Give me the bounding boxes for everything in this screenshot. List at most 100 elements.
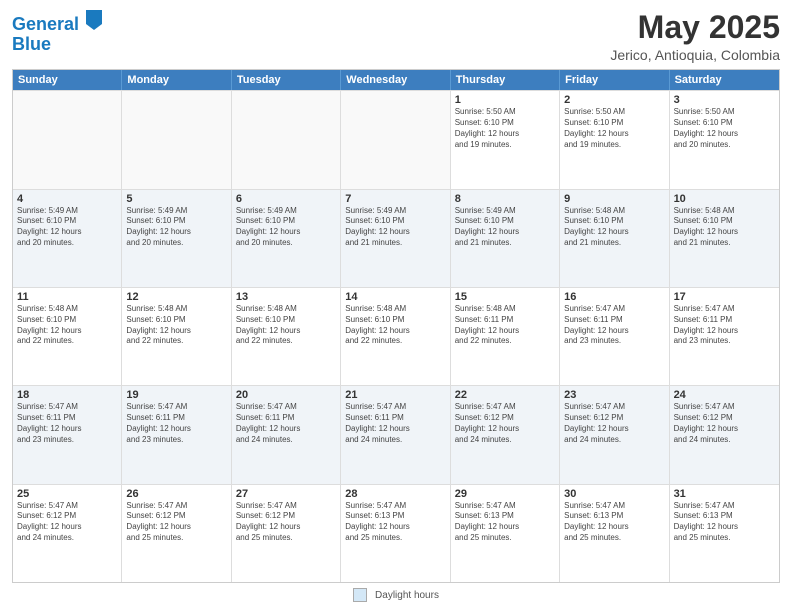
cell-info: Sunrise: 5:50 AM Sunset: 6:10 PM Dayligh… xyxy=(674,107,775,150)
calendar-row-3: 18Sunrise: 5:47 AM Sunset: 6:11 PM Dayli… xyxy=(13,385,779,483)
day-number: 5 xyxy=(126,193,226,205)
header-day-monday: Monday xyxy=(122,70,231,90)
cell-info: Sunrise: 5:49 AM Sunset: 6:10 PM Dayligh… xyxy=(17,206,117,249)
calendar-cell: 1Sunrise: 5:50 AM Sunset: 6:10 PM Daylig… xyxy=(451,91,560,188)
calendar-cell: 31Sunrise: 5:47 AM Sunset: 6:13 PM Dayli… xyxy=(670,485,779,582)
cell-info: Sunrise: 5:47 AM Sunset: 6:13 PM Dayligh… xyxy=(345,501,445,544)
day-number: 20 xyxy=(236,389,336,401)
cell-info: Sunrise: 5:47 AM Sunset: 6:12 PM Dayligh… xyxy=(674,402,775,445)
cell-info: Sunrise: 5:49 AM Sunset: 6:10 PM Dayligh… xyxy=(455,206,555,249)
cell-info: Sunrise: 5:47 AM Sunset: 6:11 PM Dayligh… xyxy=(126,402,226,445)
calendar-cell: 8Sunrise: 5:49 AM Sunset: 6:10 PM Daylig… xyxy=(451,190,560,287)
page-subtitle: Jerico, Antioquia, Colombia xyxy=(610,47,780,63)
calendar-cell: 12Sunrise: 5:48 AM Sunset: 6:10 PM Dayli… xyxy=(122,288,231,385)
cell-info: Sunrise: 5:47 AM Sunset: 6:13 PM Dayligh… xyxy=(455,501,555,544)
footer: Daylight hours xyxy=(12,588,780,602)
day-number: 22 xyxy=(455,389,555,401)
cell-info: Sunrise: 5:50 AM Sunset: 6:10 PM Dayligh… xyxy=(455,107,555,150)
day-number: 8 xyxy=(455,193,555,205)
cell-info: Sunrise: 5:50 AM Sunset: 6:10 PM Dayligh… xyxy=(564,107,664,150)
calendar-cell xyxy=(232,91,341,188)
calendar-cell: 14Sunrise: 5:48 AM Sunset: 6:10 PM Dayli… xyxy=(341,288,450,385)
calendar-body: 1Sunrise: 5:50 AM Sunset: 6:10 PM Daylig… xyxy=(13,90,779,582)
calendar-cell: 24Sunrise: 5:47 AM Sunset: 6:12 PM Dayli… xyxy=(670,386,779,483)
day-number: 30 xyxy=(564,488,664,500)
cell-info: Sunrise: 5:47 AM Sunset: 6:12 PM Dayligh… xyxy=(17,501,117,544)
calendar-header: SundayMondayTuesdayWednesdayThursdayFrid… xyxy=(13,70,779,90)
calendar-cell: 30Sunrise: 5:47 AM Sunset: 6:13 PM Dayli… xyxy=(560,485,669,582)
calendar-cell: 7Sunrise: 5:49 AM Sunset: 6:10 PM Daylig… xyxy=(341,190,450,287)
cell-info: Sunrise: 5:48 AM Sunset: 6:10 PM Dayligh… xyxy=(17,304,117,347)
cell-info: Sunrise: 5:47 AM Sunset: 6:11 PM Dayligh… xyxy=(564,304,664,347)
calendar-cell: 4Sunrise: 5:49 AM Sunset: 6:10 PM Daylig… xyxy=(13,190,122,287)
calendar-cell xyxy=(341,91,450,188)
legend-label: Daylight hours xyxy=(375,590,439,601)
legend-box xyxy=(353,588,367,602)
calendar-cell: 13Sunrise: 5:48 AM Sunset: 6:10 PM Dayli… xyxy=(232,288,341,385)
day-number: 4 xyxy=(17,193,117,205)
day-number: 27 xyxy=(236,488,336,500)
calendar-cell: 18Sunrise: 5:47 AM Sunset: 6:11 PM Dayli… xyxy=(13,386,122,483)
calendar-cell: 26Sunrise: 5:47 AM Sunset: 6:12 PM Dayli… xyxy=(122,485,231,582)
cell-info: Sunrise: 5:48 AM Sunset: 6:11 PM Dayligh… xyxy=(455,304,555,347)
day-number: 10 xyxy=(674,193,775,205)
cell-info: Sunrise: 5:47 AM Sunset: 6:13 PM Dayligh… xyxy=(674,501,775,544)
cell-info: Sunrise: 5:47 AM Sunset: 6:11 PM Dayligh… xyxy=(674,304,775,347)
cell-info: Sunrise: 5:47 AM Sunset: 6:12 PM Dayligh… xyxy=(455,402,555,445)
calendar-row-0: 1Sunrise: 5:50 AM Sunset: 6:10 PM Daylig… xyxy=(13,90,779,188)
day-number: 18 xyxy=(17,389,117,401)
day-number: 9 xyxy=(564,193,664,205)
day-number: 12 xyxy=(126,291,226,303)
logo-text: General xyxy=(12,10,102,35)
header-day-thursday: Thursday xyxy=(451,70,560,90)
calendar-cell: 6Sunrise: 5:49 AM Sunset: 6:10 PM Daylig… xyxy=(232,190,341,287)
page: General Blue May 2025 Jerico, Antioquia,… xyxy=(0,0,792,612)
calendar-cell: 10Sunrise: 5:48 AM Sunset: 6:10 PM Dayli… xyxy=(670,190,779,287)
cell-info: Sunrise: 5:47 AM Sunset: 6:11 PM Dayligh… xyxy=(236,402,336,445)
calendar-cell: 23Sunrise: 5:47 AM Sunset: 6:12 PM Dayli… xyxy=(560,386,669,483)
calendar-cell: 25Sunrise: 5:47 AM Sunset: 6:12 PM Dayli… xyxy=(13,485,122,582)
day-number: 15 xyxy=(455,291,555,303)
day-number: 16 xyxy=(564,291,664,303)
day-number: 1 xyxy=(455,94,555,106)
cell-info: Sunrise: 5:48 AM Sunset: 6:10 PM Dayligh… xyxy=(564,206,664,249)
cell-info: Sunrise: 5:48 AM Sunset: 6:10 PM Dayligh… xyxy=(236,304,336,347)
calendar-cell xyxy=(122,91,231,188)
day-number: 25 xyxy=(17,488,117,500)
calendar-cell: 27Sunrise: 5:47 AM Sunset: 6:12 PM Dayli… xyxy=(232,485,341,582)
logo: General Blue xyxy=(12,10,102,53)
day-number: 11 xyxy=(17,291,117,303)
cell-info: Sunrise: 5:49 AM Sunset: 6:10 PM Dayligh… xyxy=(126,206,226,249)
cell-info: Sunrise: 5:48 AM Sunset: 6:10 PM Dayligh… xyxy=(126,304,226,347)
day-number: 2 xyxy=(564,94,664,106)
cell-info: Sunrise: 5:47 AM Sunset: 6:11 PM Dayligh… xyxy=(345,402,445,445)
calendar-cell: 20Sunrise: 5:47 AM Sunset: 6:11 PM Dayli… xyxy=(232,386,341,483)
logo-icon xyxy=(86,10,102,30)
calendar-cell: 15Sunrise: 5:48 AM Sunset: 6:11 PM Dayli… xyxy=(451,288,560,385)
calendar-cell: 29Sunrise: 5:47 AM Sunset: 6:13 PM Dayli… xyxy=(451,485,560,582)
day-number: 26 xyxy=(126,488,226,500)
calendar-cell: 16Sunrise: 5:47 AM Sunset: 6:11 PM Dayli… xyxy=(560,288,669,385)
day-number: 6 xyxy=(236,193,336,205)
calendar-cell: 28Sunrise: 5:47 AM Sunset: 6:13 PM Dayli… xyxy=(341,485,450,582)
cell-info: Sunrise: 5:47 AM Sunset: 6:12 PM Dayligh… xyxy=(126,501,226,544)
cell-info: Sunrise: 5:49 AM Sunset: 6:10 PM Dayligh… xyxy=(345,206,445,249)
calendar-cell xyxy=(13,91,122,188)
header-day-friday: Friday xyxy=(560,70,669,90)
day-number: 13 xyxy=(236,291,336,303)
calendar-cell: 11Sunrise: 5:48 AM Sunset: 6:10 PM Dayli… xyxy=(13,288,122,385)
calendar-cell: 19Sunrise: 5:47 AM Sunset: 6:11 PM Dayli… xyxy=(122,386,231,483)
day-number: 24 xyxy=(674,389,775,401)
cell-info: Sunrise: 5:47 AM Sunset: 6:12 PM Dayligh… xyxy=(236,501,336,544)
header-day-sunday: Sunday xyxy=(13,70,122,90)
header-day-wednesday: Wednesday xyxy=(341,70,450,90)
header-day-tuesday: Tuesday xyxy=(232,70,341,90)
day-number: 29 xyxy=(455,488,555,500)
day-number: 3 xyxy=(674,94,775,106)
cell-info: Sunrise: 5:47 AM Sunset: 6:11 PM Dayligh… xyxy=(17,402,117,445)
calendar-cell: 21Sunrise: 5:47 AM Sunset: 6:11 PM Dayli… xyxy=(341,386,450,483)
cell-info: Sunrise: 5:48 AM Sunset: 6:10 PM Dayligh… xyxy=(345,304,445,347)
calendar-cell: 9Sunrise: 5:48 AM Sunset: 6:10 PM Daylig… xyxy=(560,190,669,287)
day-number: 21 xyxy=(345,389,445,401)
day-number: 23 xyxy=(564,389,664,401)
